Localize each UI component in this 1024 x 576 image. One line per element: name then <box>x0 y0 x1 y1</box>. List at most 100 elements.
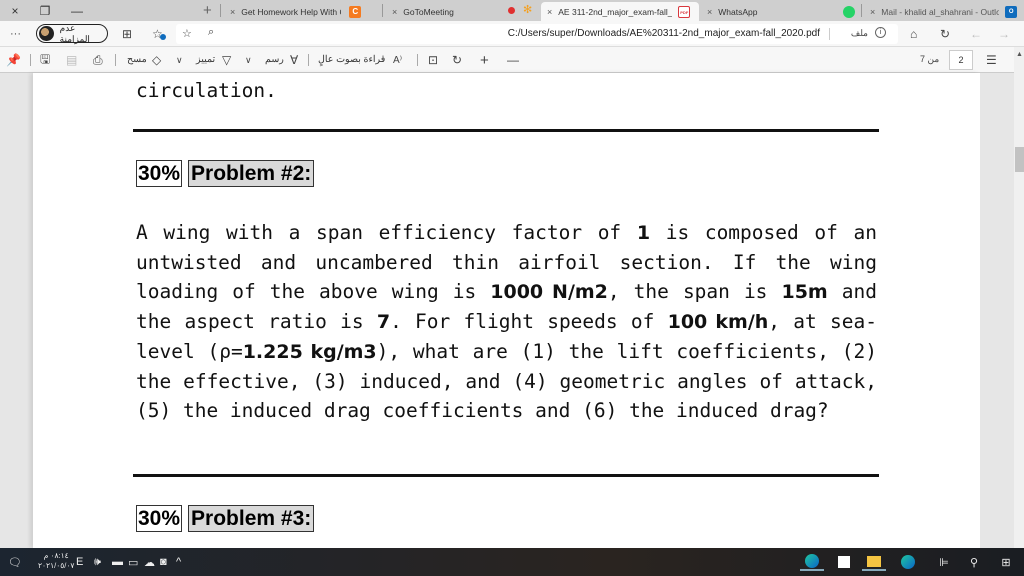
highlighter-icon: ▽ <box>222 53 232 67</box>
battery-icon: ▬ <box>112 556 123 568</box>
tab-whatsapp[interactable]: × WhatsApp <box>701 2 861 21</box>
problem-weight: 30% <box>136 160 183 187</box>
tab-close-icon[interactable]: × <box>870 7 875 17</box>
minimize-window-button[interactable]: — <box>62 0 92 21</box>
erase-button[interactable]: ◇ <box>152 51 161 69</box>
back-button[interactable]: → <box>998 25 1010 43</box>
save-as-button[interactable]: 🖫 <box>40 51 50 69</box>
divider <box>133 474 879 477</box>
onedrive-button[interactable]: ☁ <box>144 553 155 571</box>
battery-button[interactable]: ▬ <box>112 553 123 571</box>
forward-button[interactable]: ← <box>970 25 982 43</box>
draw-label[interactable]: رسم <box>265 54 284 65</box>
taskbar-file-explorer[interactable] <box>862 553 886 571</box>
zoom-in-button[interactable]: + <box>480 51 489 69</box>
url-separator <box>829 28 830 40</box>
problem-3-heading: 30% Problem #3: <box>136 505 315 532</box>
url-text[interactable]: C:/Users/super/Downloads/AE%20311-2nd_ma… <box>508 28 820 39</box>
text-segment: . For flight speeds of <box>390 310 668 333</box>
zoom-page-icon[interactable]: ⌕ <box>208 26 214 39</box>
clock[interactable]: ٠٨:١٤ م ٢٠٢١/٠٥/٠٧ <box>38 551 74 571</box>
home-button[interactable]: ⌂ <box>910 25 917 43</box>
problem-title: Problem #3: <box>188 505 315 532</box>
pin-toolbar-button[interactable]: 📌 <box>6 51 21 69</box>
info-icon[interactable]: i <box>875 27 886 38</box>
pdf-page: circulation. 30% Problem #2: A wing with… <box>33 73 980 548</box>
chevron-up-icon: ^ <box>176 556 182 568</box>
save-button[interactable]: ▤ <box>66 51 77 69</box>
add-favorite-icon[interactable]: ☆ <box>182 27 192 40</box>
address-bar-row: ··· عدم المزامنة ⊞ ☆ ☆ ⌕ C:/Users/super/… <box>0 21 1024 47</box>
minimize-icon: — <box>71 3 83 18</box>
windows-icon: ⊞ <box>1001 556 1011 569</box>
volume-button[interactable]: 🕪 <box>94 553 101 571</box>
tab-close-icon[interactable]: × <box>707 7 712 17</box>
task-view-button[interactable]: ⊫ <box>934 553 954 571</box>
draw-button[interactable]: ∀ <box>290 51 298 69</box>
search-icon: ⚲ <box>969 556 979 569</box>
restore-window-button[interactable]: ❐ <box>30 0 60 21</box>
taskbar-edge-1[interactable] <box>800 553 824 571</box>
more-menu-button[interactable]: ··· <box>10 25 21 43</box>
edge-icon <box>805 554 819 568</box>
notification-icon: 🗨 <box>8 556 22 569</box>
highlight-button[interactable]: ▽ <box>222 51 231 69</box>
tab-outlook[interactable]: × Mail - khalid al_shahrani - Outlook O <box>864 2 1024 21</box>
bold-value: 15m <box>781 281 828 303</box>
tab-close-icon[interactable]: × <box>230 7 235 17</box>
read-aloud-button[interactable]: A⁾ <box>393 51 402 69</box>
chevron-down-icon: ∨ <box>176 54 183 65</box>
page-number-input[interactable]: 2 <box>949 50 973 70</box>
show-hidden-icons-button[interactable]: ^ <box>176 553 181 571</box>
print-button[interactable]: ⎙ <box>93 51 103 69</box>
tab-close-icon[interactable]: × <box>392 7 397 17</box>
search-button[interactable]: ⚲ <box>964 553 984 571</box>
refresh-button[interactable]: ↻ <box>940 25 950 43</box>
toolbar-separator <box>308 54 309 66</box>
contents-button[interactable]: ☰ <box>986 51 997 69</box>
start-button[interactable]: ⊞ <box>996 553 1016 571</box>
tab-chegg[interactable]: × Get Homework Help With Chegg C <box>224 2 380 21</box>
tab-title: Get Homework Help With Chegg <box>241 6 341 17</box>
scroll-thumb[interactable] <box>1015 147 1024 172</box>
tab-separator <box>220 4 221 17</box>
pin-icon: 📌 <box>6 53 21 67</box>
notifications-button[interactable]: 🗨 <box>8 553 22 571</box>
eraser-icon: ◇ <box>152 53 162 67</box>
divider <box>133 129 879 132</box>
tab-title: Mail - khalid al_shahrani - Outlook <box>881 6 1000 17</box>
tab-title: AE 311-2nd_major_exam-fall_2020 <box>558 6 673 17</box>
edge-icon <box>901 555 915 569</box>
collections-button[interactable]: ⊞ <box>122 25 132 43</box>
read-aloud-label[interactable]: قراءة بصوت عالٍ <box>318 54 385 65</box>
tab-title: GoToMeeting <box>403 6 454 17</box>
language-indicator[interactable]: E <box>76 553 83 571</box>
close-window-button[interactable]: × <box>0 0 30 21</box>
scroll-up-icon[interactable]: ▲ <box>1016 51 1023 58</box>
highlight-label[interactable]: تمييز <box>196 54 215 65</box>
rotate-button[interactable]: ↻ <box>452 51 462 69</box>
favorites-button[interactable]: ☆ <box>152 25 166 43</box>
tab-close-icon[interactable]: × <box>547 7 552 17</box>
tab-separator <box>382 4 383 17</box>
meet-now-button[interactable]: ◙ <box>160 553 167 571</box>
network-button[interactable]: ▭ <box>128 553 138 571</box>
url-field[interactable]: ☆ ⌕ C:/Users/super/Downloads/AE%20311-2n… <box>176 24 898 44</box>
profile-button[interactable]: عدم المزامنة <box>36 23 108 44</box>
plus-icon: + <box>203 2 212 19</box>
draw-dropdown[interactable]: ∨ <box>245 51 252 69</box>
pdf-viewer[interactable]: circulation. 30% Problem #2: A wing with… <box>0 73 1014 548</box>
fit-page-button[interactable]: ⊡ <box>428 51 438 69</box>
tab-pdf-active[interactable]: × AE 311-2nd_major_exam-fall_2020 PDF <box>541 2 699 21</box>
taskbar-store[interactable] <box>832 553 856 571</box>
tab-gotomeeting[interactable]: × GoToMeeting <box>386 2 496 21</box>
pen-icon: ∀ <box>290 53 299 67</box>
new-tab-button[interactable]: + <box>203 2 212 19</box>
zoom-out-button[interactable]: — <box>507 51 519 69</box>
volume-icon: 🕪 <box>94 555 101 568</box>
vertical-scrollbar[interactable]: ▲ <box>1014 47 1024 548</box>
erase-label[interactable]: مسح <box>127 54 147 65</box>
highlight-dropdown[interactable]: ∨ <box>176 51 183 69</box>
taskbar-edge-2[interactable] <box>896 553 920 571</box>
store-icon <box>838 556 850 568</box>
